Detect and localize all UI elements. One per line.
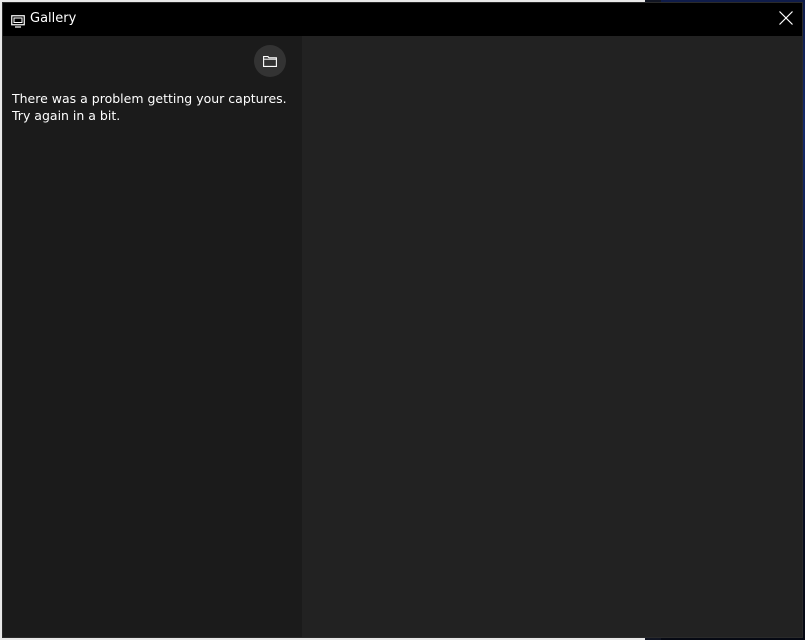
gallery-icon [11, 13, 25, 28]
folder-icon [263, 52, 277, 71]
window-title: Gallery [30, 11, 77, 26]
error-message: There was a problem getting your capture… [12, 90, 297, 124]
close-icon [779, 10, 793, 29]
error-message-line: There was a problem getting your capture… [12, 91, 287, 106]
open-folder-button[interactable] [254, 45, 286, 77]
capture-preview-pane [302, 36, 802, 637]
title-bar[interactable]: Gallery [3, 3, 802, 36]
gallery-window: Gallery There was a problem getting your… [3, 3, 802, 637]
captures-list-pane: There was a problem getting your capture… [3, 36, 302, 637]
error-message-line: Try again in a bit. [12, 108, 121, 123]
close-button[interactable] [770, 3, 802, 36]
